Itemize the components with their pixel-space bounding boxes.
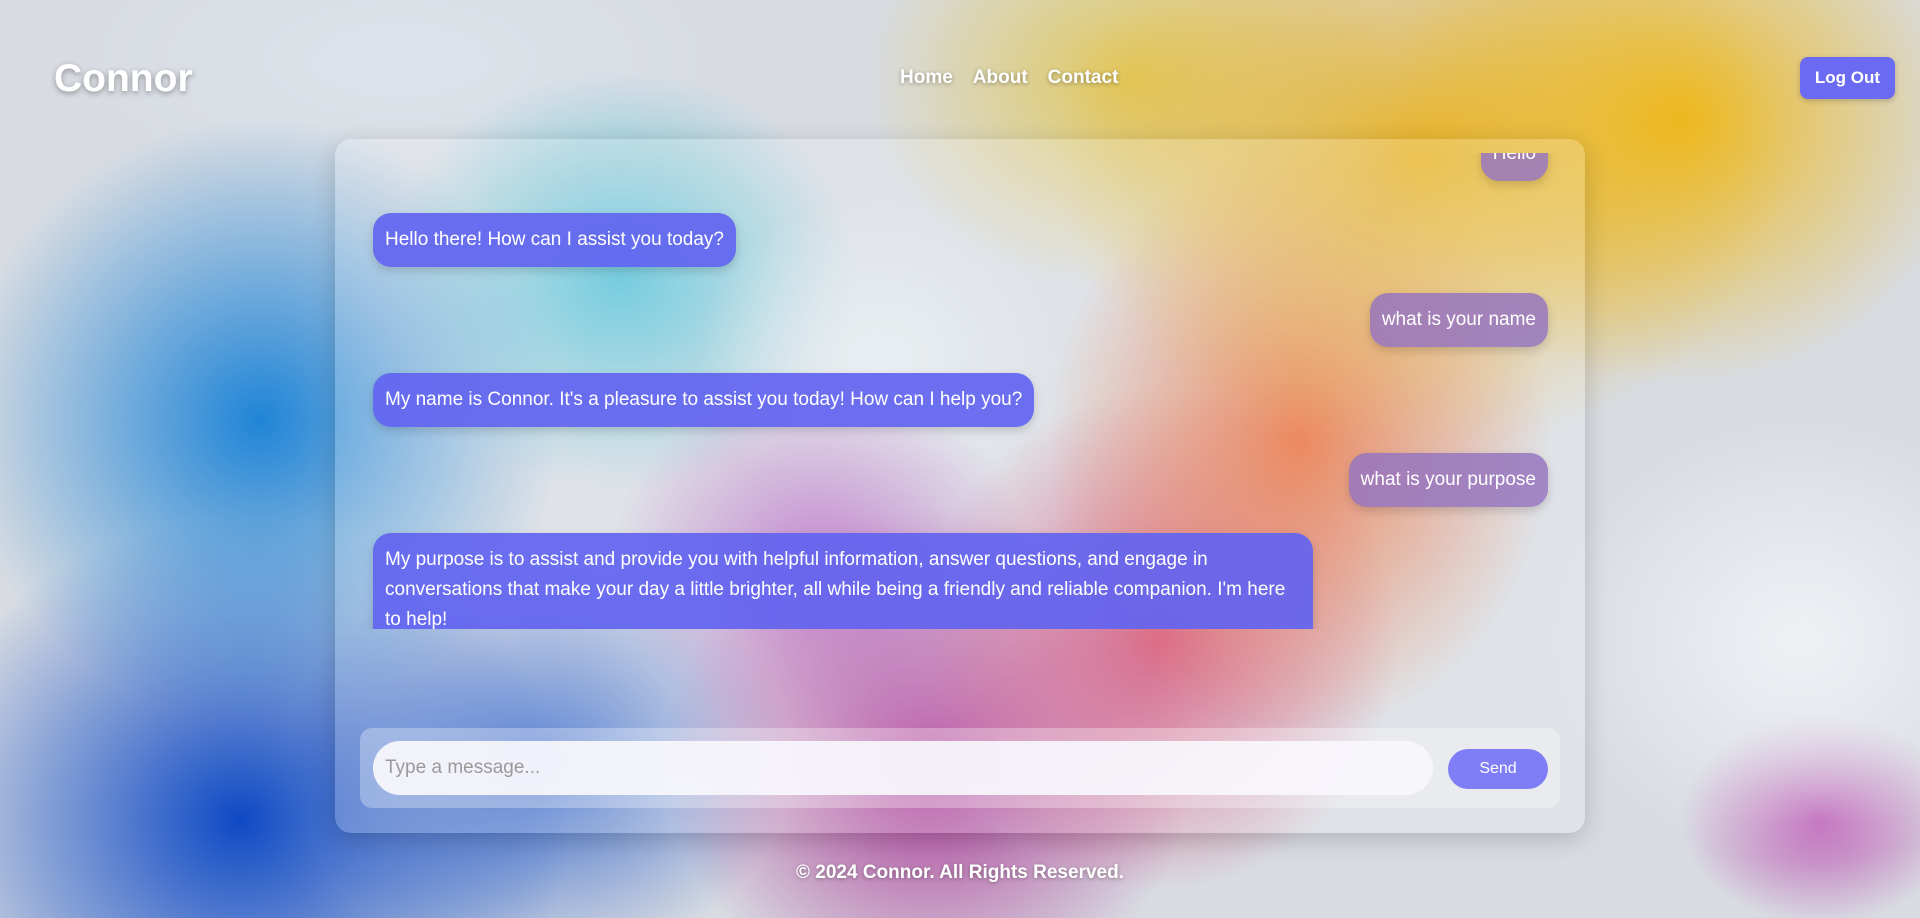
- bot-message: Hello there! How can I assist you today?: [373, 213, 737, 267]
- message-list[interactable]: Hello Hello there! How can I assist you …: [335, 153, 1585, 629]
- logout-button[interactable]: Log Out: [1799, 57, 1895, 99]
- user-message: what is your purpose: [1348, 453, 1548, 507]
- nav-home-link[interactable]: Home: [900, 66, 953, 90]
- send-button[interactable]: Send: [1448, 749, 1548, 789]
- user-message: Hello: [1480, 153, 1548, 181]
- message-input[interactable]: [373, 741, 1433, 795]
- message-composer: Send: [360, 728, 1560, 808]
- user-message: what is your name: [1369, 293, 1548, 347]
- nav-contact-link[interactable]: Contact: [1048, 66, 1119, 90]
- site-header: Connor Home About Contact Log Out: [0, 0, 1920, 158]
- chat-container: Hello Hello there! How can I assist you …: [335, 139, 1585, 833]
- site-footer: © 2024 Connor. All Rights Reserved.: [796, 862, 1124, 883]
- main-nav: Home About Contact: [900, 66, 1118, 90]
- bot-message: My name is Connor. It's a pleasure to as…: [373, 373, 1035, 427]
- brand-logo[interactable]: Connor: [54, 56, 193, 102]
- nav-about-link[interactable]: About: [973, 66, 1028, 90]
- bot-message: My purpose is to assist and provide you …: [373, 533, 1313, 629]
